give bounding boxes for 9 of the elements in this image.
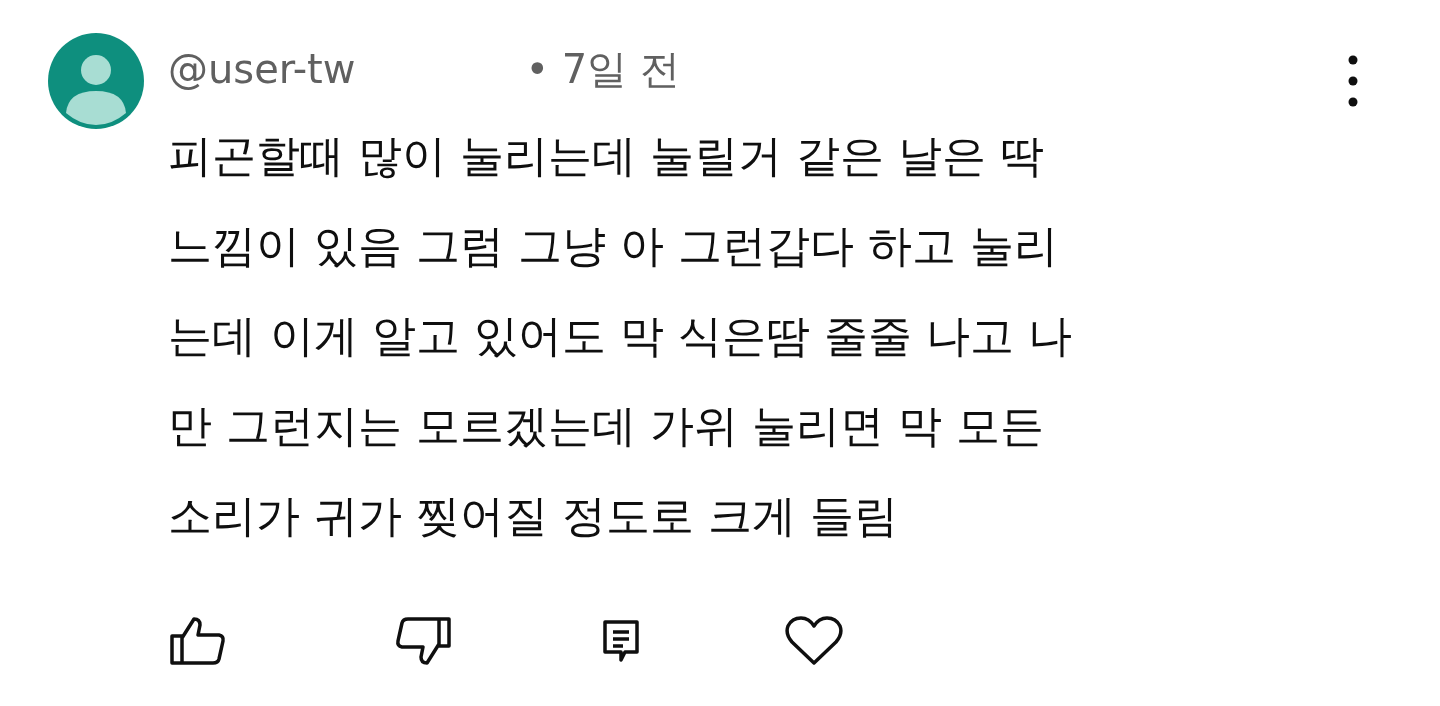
thumbs-down-icon <box>394 616 452 666</box>
more-button[interactable] <box>1348 53 1358 109</box>
comment-text: 피곤할때 많이 눌리는데 눌릴거 같은 날은 딱 느낌이 있음 그럼 그냥 아 그런갑다 하고 눌리 는데 이게 알고 있어도 막 식은땀 줄줄 나고 나 만 그런지는 모르겠는데 가위 눌리면 막 모든 소리가 귀가 찢어질 정도로 크게 들림 <box>168 129 1073 543</box>
more-icon <box>1348 55 1358 107</box>
comment-icon <box>601 619 641 663</box>
thumbs-up-icon <box>169 616 227 666</box>
timestamp: • 7일 전 <box>525 49 680 89</box>
heart-icon <box>784 615 844 667</box>
username[interactable]: @user-tw <box>168 49 356 89</box>
